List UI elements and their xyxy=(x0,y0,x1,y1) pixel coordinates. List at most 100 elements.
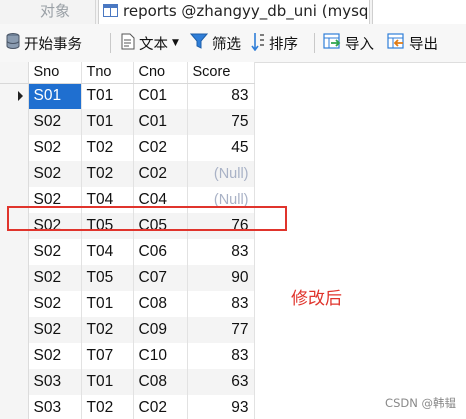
row-indicator[interactable] xyxy=(0,317,29,343)
cell-tno[interactable]: T04 xyxy=(81,187,134,213)
tab-objects[interactable]: 对象 xyxy=(0,0,96,24)
cell-sno[interactable]: S02 xyxy=(28,187,82,213)
cell-score[interactable]: 63 xyxy=(187,369,255,395)
column-header-tno[interactable]: Tno xyxy=(81,62,134,84)
cell-cno[interactable]: C01 xyxy=(133,83,188,109)
cell-score[interactable]: 83 xyxy=(187,83,255,109)
row-indicator[interactable] xyxy=(0,343,29,369)
text-button[interactable]: 文本 ▼ xyxy=(120,24,179,62)
cell-tno[interactable]: T01 xyxy=(81,291,134,317)
import-button[interactable]: 导入 xyxy=(323,24,374,62)
table-row[interactable]: S02 T02 C02 (Null) xyxy=(0,161,255,187)
cell-score[interactable]: 90 xyxy=(187,265,255,291)
column-header-score[interactable]: Score xyxy=(187,62,255,84)
row-indicator[interactable] xyxy=(0,161,29,187)
cell-tno[interactable]: T05 xyxy=(81,265,134,291)
cell-tno[interactable]: T02 xyxy=(81,135,134,161)
cell-cno[interactable]: C02 xyxy=(133,161,188,187)
table-row[interactable]: S03 T02 C02 93 xyxy=(0,395,255,419)
begin-transaction-button[interactable]: 开始事务 xyxy=(6,24,82,62)
cell-score[interactable]: 83 xyxy=(187,239,255,265)
row-indicator[interactable] xyxy=(0,83,29,109)
cell-tno[interactable]: T02 xyxy=(81,161,134,187)
database-icon xyxy=(6,32,20,54)
import-label: 导入 xyxy=(345,36,374,53)
export-button[interactable]: 导出 xyxy=(387,24,438,62)
cell-sno[interactable]: S02 xyxy=(28,213,82,239)
watermark: CSDN @韩韫 xyxy=(385,396,456,410)
cell-sno[interactable]: S02 xyxy=(28,265,82,291)
begin-transaction-label: 开始事务 xyxy=(24,36,82,53)
cell-score[interactable]: 83 xyxy=(187,291,255,317)
table-row[interactable]: S02 T02 C02 45 xyxy=(0,135,255,161)
document-icon xyxy=(120,33,135,54)
tab-objects-label: 对象 xyxy=(40,2,71,20)
row-indicator[interactable] xyxy=(0,239,29,265)
cell-cno[interactable]: C08 xyxy=(133,369,188,395)
results-table: Sno Tno Cno Score S01 T01 C01 83 S02 T01… xyxy=(0,62,255,419)
cell-tno[interactable]: T01 xyxy=(81,83,134,109)
cell-sno[interactable]: S02 xyxy=(28,343,82,369)
cell-cno[interactable]: C08 xyxy=(133,291,188,317)
cell-score[interactable]: 83 xyxy=(187,343,255,369)
cell-cno[interactable]: C02 xyxy=(133,395,188,419)
row-indicator[interactable] xyxy=(0,265,29,291)
sort-button[interactable]: 排序 xyxy=(251,24,298,62)
filter-button[interactable]: 筛选 xyxy=(189,24,241,62)
cell-sno[interactable]: S02 xyxy=(28,135,82,161)
cell-sno[interactable]: S02 xyxy=(28,291,82,317)
cell-cno[interactable]: C02 xyxy=(133,135,188,161)
cell-score[interactable]: 45 xyxy=(187,135,255,161)
table-row[interactable]: S02 T04 C06 83 xyxy=(0,239,255,265)
cell-score[interactable]: 76 xyxy=(187,213,255,239)
cell-sno[interactable]: S02 xyxy=(28,239,82,265)
table-row[interactable]: S02 T07 C10 83 xyxy=(0,343,255,369)
cell-score[interactable]: 75 xyxy=(187,109,255,135)
cell-cno[interactable]: C10 xyxy=(133,343,188,369)
row-indicator[interactable] xyxy=(0,187,29,213)
row-indicator[interactable] xyxy=(0,213,29,239)
cell-sno[interactable]: S02 xyxy=(28,161,82,187)
cell-sno[interactable]: S03 xyxy=(28,395,82,419)
column-header-cno[interactable]: Cno xyxy=(133,62,188,84)
table-row[interactable]: S02 T05 C05 76 xyxy=(0,213,255,239)
row-indicator[interactable] xyxy=(0,135,29,161)
table-row[interactable]: S02 T01 C01 75 xyxy=(0,109,255,135)
tab-reports[interactable]: reports @zhangyy_db_uni (mysql) - ... xyxy=(98,0,370,24)
cell-score-null[interactable]: (Null) xyxy=(187,187,255,213)
row-indicator[interactable] xyxy=(0,291,29,317)
cell-score[interactable]: 93 xyxy=(187,395,255,419)
table-row[interactable]: S02 T02 C09 77 xyxy=(0,317,255,343)
tab-overflow[interactable] xyxy=(372,0,466,24)
cell-cno[interactable]: C05 xyxy=(133,213,188,239)
cell-sno[interactable]: S03 xyxy=(28,369,82,395)
cell-tno[interactable]: T01 xyxy=(81,369,134,395)
table-row[interactable]: S02 T05 C07 90 xyxy=(0,265,255,291)
cell-cno[interactable]: C09 xyxy=(133,317,188,343)
sort-icon xyxy=(251,32,265,55)
cell-tno[interactable]: T01 xyxy=(81,109,134,135)
table-row[interactable]: S02 T01 C08 83 xyxy=(0,291,255,317)
cell-sno[interactable]: S01 xyxy=(28,83,82,109)
row-indicator[interactable] xyxy=(0,369,29,395)
cell-sno[interactable]: S02 xyxy=(28,317,82,343)
cell-score-null[interactable]: (Null) xyxy=(187,161,255,187)
table-row[interactable]: S02 T04 C04 (Null) xyxy=(0,187,255,213)
cell-score[interactable]: 77 xyxy=(187,317,255,343)
cell-tno[interactable]: T05 xyxy=(81,213,134,239)
cell-sno[interactable]: S02 xyxy=(28,109,82,135)
cell-cno[interactable]: C06 xyxy=(133,239,188,265)
cell-cno[interactable]: C04 xyxy=(133,187,188,213)
table-row[interactable]: S03 T01 C08 63 xyxy=(0,369,255,395)
table-row[interactable]: S01 T01 C01 83 xyxy=(0,83,255,109)
row-indicator[interactable] xyxy=(0,109,29,135)
column-header-sno[interactable]: Sno xyxy=(28,62,82,84)
cell-cno[interactable]: C01 xyxy=(133,109,188,135)
cell-tno[interactable]: T02 xyxy=(81,395,134,419)
toolbar: 开始事务 文本 ▼ 筛选 排序 导入 导出 xyxy=(0,24,466,63)
cell-tno[interactable]: T07 xyxy=(81,343,134,369)
cell-cno[interactable]: C07 xyxy=(133,265,188,291)
row-indicator[interactable] xyxy=(0,395,29,419)
cell-tno[interactable]: T04 xyxy=(81,239,134,265)
cell-tno[interactable]: T02 xyxy=(81,317,134,343)
